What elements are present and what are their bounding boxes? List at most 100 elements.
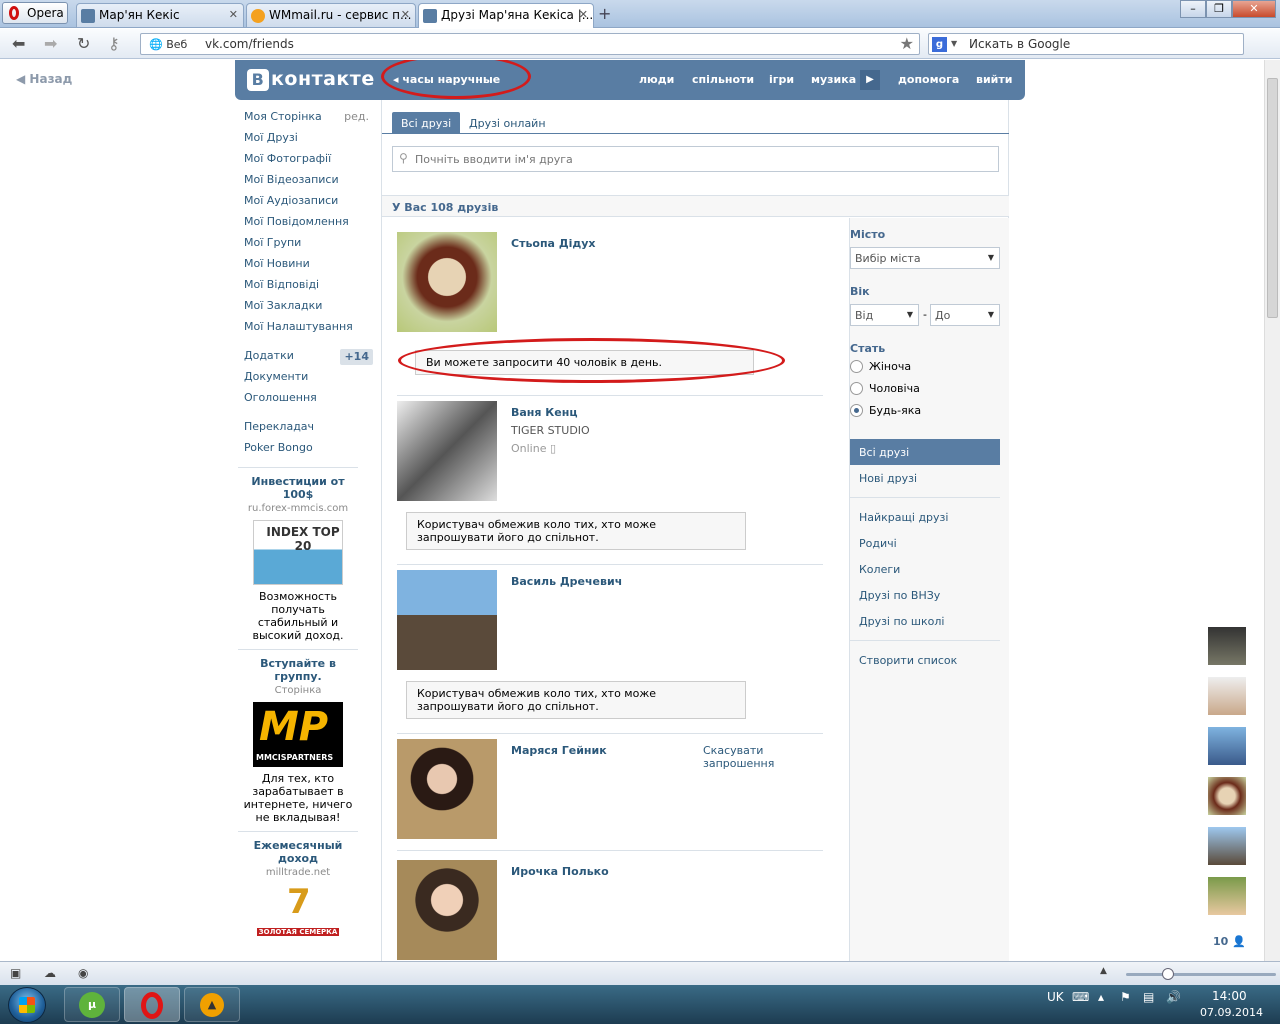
friend-search-input[interactable]: ⚲ Почніть вводити ім'я друга (392, 146, 999, 172)
aimp-taskbar-button[interactable]: ▲ (184, 987, 240, 1022)
menu-groups[interactable]: Мої Групи (244, 236, 369, 257)
tab-all-friends[interactable]: Всі друзі (392, 112, 461, 134)
nav-games[interactable]: ігри (769, 73, 794, 86)
address-field[interactable]: 🌐 Веб vk.com/friends ★ (140, 33, 920, 55)
online-friend-avatar[interactable] (1208, 877, 1246, 915)
menu-replies[interactable]: Мої Відповіді (244, 278, 369, 299)
list-university-friends[interactable]: Друзі по ВНЗу (859, 589, 940, 602)
online-friend-avatar[interactable] (1208, 677, 1246, 715)
network-icon[interactable]: ▤ (1143, 990, 1154, 1004)
menu-documents[interactable]: Документи (244, 370, 369, 391)
menu-translator[interactable]: Перекладач (244, 420, 369, 441)
online-friend-avatar[interactable] (1208, 777, 1246, 815)
menu-my-page[interactable]: Моя Сторінка ред. (244, 110, 369, 131)
menu-friends[interactable]: Мої Друзі (244, 131, 369, 152)
online-friend-avatar[interactable] (1208, 827, 1246, 865)
new-tab-plus-icon[interactable]: + (598, 4, 611, 23)
ad-title[interactable]: Инвестиции от 100$ (238, 475, 358, 501)
list-best-friends[interactable]: Найкращі друзі (859, 511, 948, 524)
nav-music[interactable]: музика (811, 73, 856, 86)
web-security-badge[interactable]: 🌐 Веб (149, 38, 187, 51)
menu-settings[interactable]: Мої Налаштування (244, 320, 369, 341)
gender-male-radio[interactable]: Чоловіча (850, 382, 920, 395)
gender-any-radio[interactable]: Будь-яка (850, 404, 921, 417)
menu-photos[interactable]: Мої Фотографії (244, 152, 369, 173)
ad-2[interactable]: Вступайте в группу. Сторінка MP MMCISPAR… (238, 657, 358, 824)
friend-photo[interactable] (397, 860, 497, 960)
menu-messages[interactable]: Мої Повідомлення (244, 215, 369, 236)
opera-taskbar-button[interactable] (124, 987, 180, 1022)
ad-title[interactable]: Ежемесячный доход (238, 839, 358, 865)
tab-online-friends[interactable]: Друзі онлайн (469, 117, 546, 130)
browser-tab-2[interactable]: WMmail.ru - сервис п... ✕ (246, 3, 416, 27)
friend-photo[interactable] (397, 401, 497, 501)
online-friend-avatar[interactable] (1208, 627, 1246, 665)
nav-more-arrow-icon[interactable]: ▶ (860, 70, 880, 90)
bookmark-star-icon[interactable]: ★ (900, 34, 914, 53)
list-all-friends[interactable]: Всі друзі (850, 439, 1000, 465)
friend-photo[interactable] (397, 570, 497, 670)
key-icon[interactable]: ⚷ (108, 34, 120, 53)
panel-toggle-icon[interactable]: ▣ (10, 966, 21, 980)
close-tab-icon[interactable]: ✕ (229, 8, 238, 21)
ad-image[interactable]: 7 ЗОЛОТАЯ СЕМЕРКА (253, 882, 343, 940)
reload-icon[interactable]: ↻ (77, 34, 90, 53)
opera-menu-button[interactable]: Opera (2, 2, 68, 24)
chevron-down-icon[interactable]: ▼ (951, 39, 957, 48)
online-friend-avatar[interactable] (1208, 727, 1246, 765)
edit-link[interactable]: ред. (344, 110, 369, 124)
scrollbar-thumb[interactable] (1267, 78, 1278, 318)
menu-news[interactable]: Мої Новини (244, 257, 369, 278)
menu-audio[interactable]: Мої Аудіозаписи (244, 194, 369, 215)
close-tab-icon[interactable]: ✕ (579, 8, 588, 21)
age-from-select[interactable]: Від ▼ (850, 304, 919, 326)
friend-name[interactable]: Василь Дречевич (511, 575, 622, 588)
zoom-slider-handle[interactable] (1162, 968, 1174, 980)
maximize-icon[interactable]: ❐ (1206, 0, 1232, 18)
clock-time[interactable]: 14:00 (1212, 989, 1247, 1003)
online-count[interactable]: 10 👤 (1213, 935, 1246, 948)
language-indicator[interactable]: UK (1047, 990, 1064, 1004)
list-colleagues[interactable]: Колеги (859, 563, 900, 576)
age-to-select[interactable]: До ▼ (930, 304, 1000, 326)
menu-apps[interactable]: Додатки +14 (244, 349, 373, 370)
tray-chevron-icon[interactable]: ▴ (1098, 990, 1104, 1004)
minimize-icon[interactable]: – (1180, 0, 1206, 18)
nav-communities[interactable]: спільноти (692, 73, 754, 86)
speed-icon[interactable]: ◉ (78, 966, 88, 980)
menu-poker-bongo[interactable]: Poker Bongo (244, 441, 369, 462)
ad-1[interactable]: Инвестиции от 100$ ru.forex-mmcis.com IN… (238, 475, 358, 642)
list-relatives[interactable]: Родичі (859, 537, 897, 550)
create-list-link[interactable]: Створити список (859, 654, 957, 667)
menu-ads[interactable]: Оголошення (244, 391, 369, 412)
browser-tab-3-active[interactable]: Друзі Мар'яна Кекіса |... ✕ (418, 3, 594, 28)
page-scrollbar[interactable] (1264, 60, 1280, 961)
gender-female-radio[interactable]: Жіноча (850, 360, 911, 373)
clock-date[interactable]: 07.09.2014 (1200, 1006, 1263, 1019)
zoom-out-icon[interactable]: ▲ (1100, 966, 1107, 976)
back-arrow-icon[interactable]: ⬅ (12, 34, 25, 53)
nav-help[interactable]: допомога (898, 73, 959, 86)
ad-title[interactable]: Вступайте в группу. (238, 657, 358, 683)
utorrent-taskbar-button[interactable]: µ (64, 987, 120, 1022)
close-window-icon[interactable]: ✕ (1232, 0, 1276, 18)
forward-arrow-icon[interactable]: ➡ (44, 34, 57, 53)
ad-image[interactable]: MP MMCISPARTNERS (253, 702, 343, 767)
cancel-request-link[interactable]: Скасувати запрошення (703, 744, 793, 770)
zoom-slider[interactable] (1126, 968, 1276, 980)
friend-name[interactable]: Ирочка Полько (511, 865, 609, 878)
cloud-icon[interactable]: ☁ (44, 966, 56, 980)
menu-bookmarks[interactable]: Мої Закладки (244, 299, 369, 320)
list-new-friends[interactable]: Нові друзі (859, 472, 917, 485)
friend-name[interactable]: Маряся Гейник (511, 744, 607, 757)
menu-videos[interactable]: Мої Відеозаписи (244, 173, 369, 194)
action-center-flag-icon[interactable]: ⚑ (1120, 990, 1131, 1004)
close-tab-icon[interactable]: ✕ (401, 8, 410, 21)
ad-3[interactable]: Ежемесячный доход milltrade.net 7 ЗОЛОТА… (238, 839, 358, 940)
city-select[interactable]: Вибір міста ▼ (850, 247, 1000, 269)
search-engine-field[interactable]: g ▼ Искать в Google (928, 33, 1244, 55)
nav-people[interactable]: люди (639, 73, 674, 86)
friend-name[interactable]: Ваня Кенц (511, 406, 578, 419)
volume-icon[interactable]: 🔊 (1166, 990, 1181, 1004)
friend-name[interactable]: Стьопа Дідух (511, 237, 596, 250)
